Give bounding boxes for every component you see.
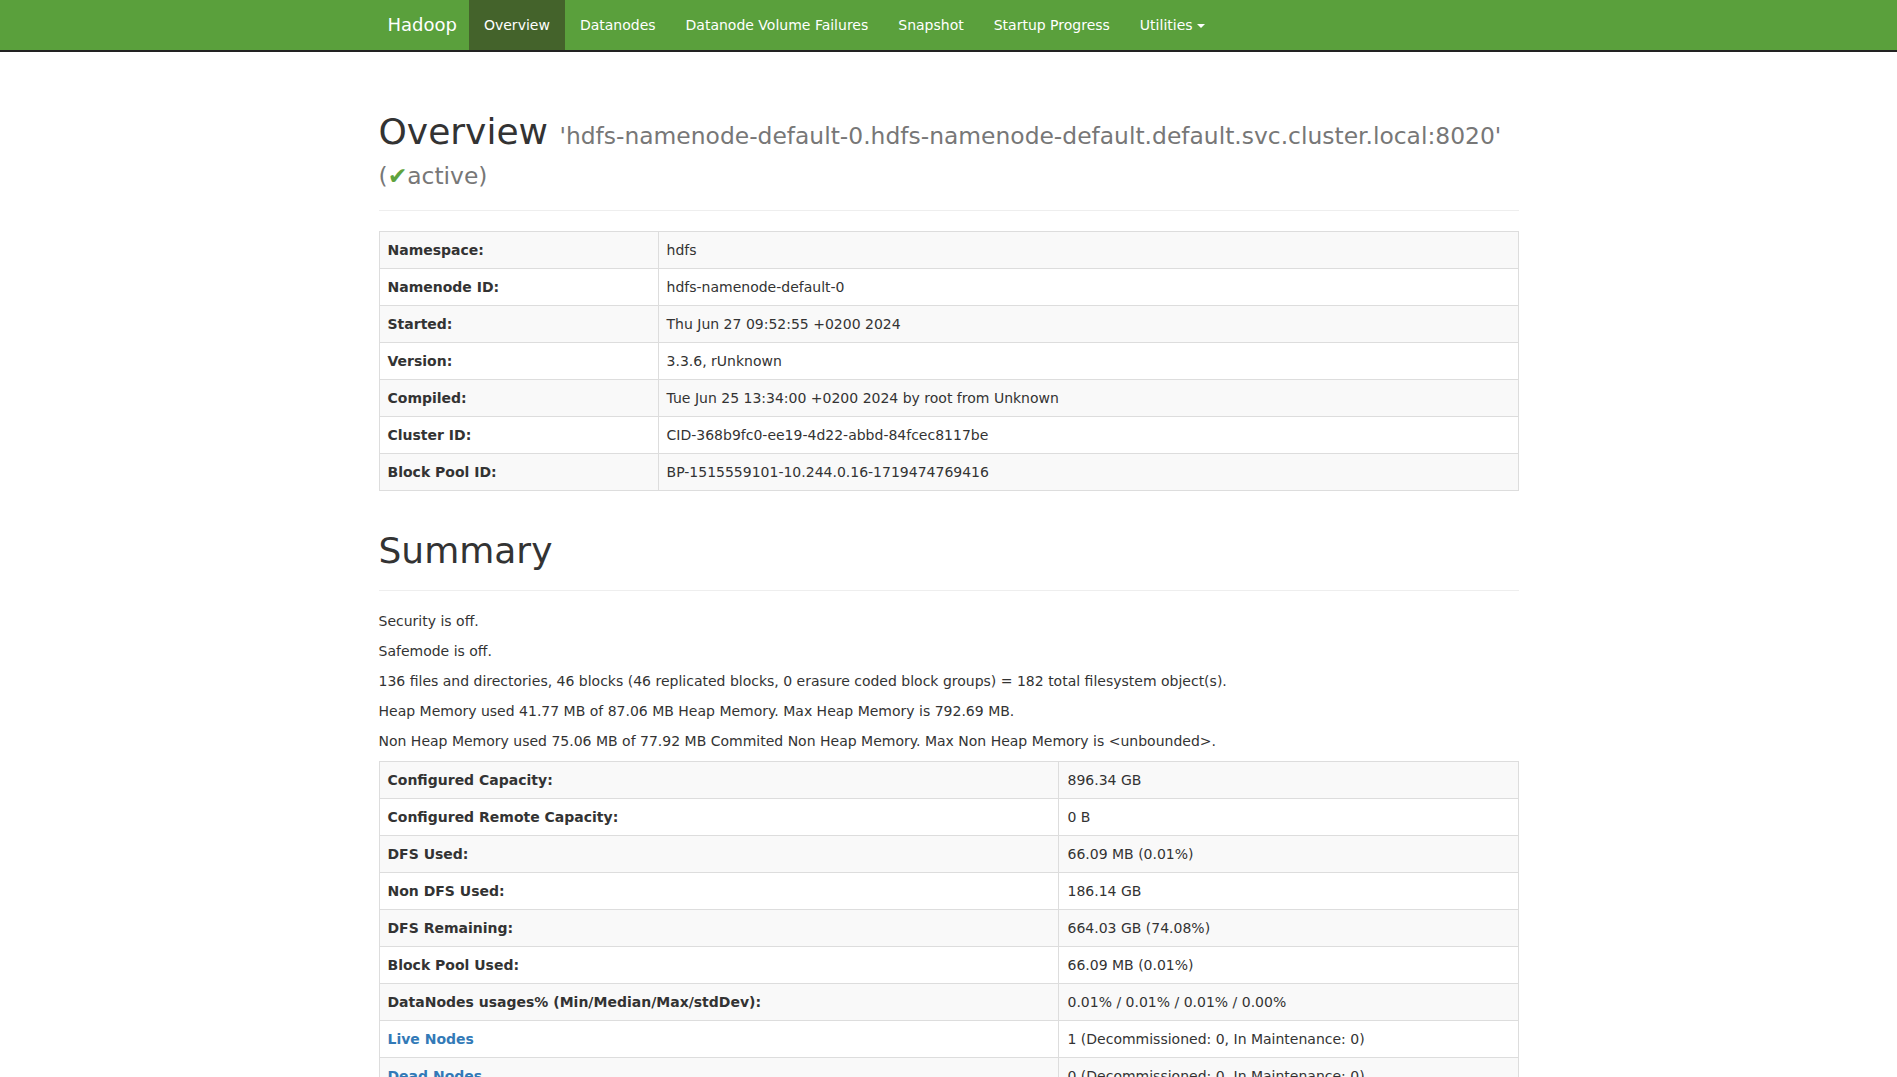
row-label-configured-remote-capacity: Configured Remote Capacity:	[379, 798, 1059, 835]
table-row: Configured Capacity:896.34 GB	[379, 761, 1518, 798]
row-value: 0.01% / 0.01% / 0.01% / 0.00%	[1059, 983, 1518, 1020]
page-title-text: Overview	[379, 111, 549, 152]
row-value: 0 (Decommissioned: 0, In Maintenance: 0)	[1059, 1057, 1518, 1077]
table-row: Dead Nodes 0 (Decommissioned: 0, In Maint…	[379, 1057, 1518, 1077]
row-label-datanodes-usages-min-median-max-stddev: DataNodes usages% (Min/Median/Max/stdDev…	[379, 983, 1059, 1020]
page-title: Overview 'hdfs-namenode-default-0.hdfs-n…	[379, 112, 1519, 191]
summary-title: Summary	[379, 531, 1519, 571]
row-label-configured-capacity: Configured Capacity:	[379, 761, 1059, 798]
table-row: DFS Remaining:664.03 GB (74.08%)	[379, 909, 1518, 946]
table-row: Block Pool ID:BP-1515559101-10.244.0.16-…	[379, 454, 1518, 491]
row-label-non-dfs-used: Non DFS Used:	[379, 872, 1059, 909]
summary-paragraphs: Security is off. Safemode is off. 136 file…	[379, 611, 1519, 751]
ha-state-label: active	[407, 162, 478, 190]
row-value: 664.03 GB (74.08%)	[1059, 909, 1518, 946]
table-row: Namenode ID:hdfs-namenode-default-0	[379, 269, 1518, 306]
live-nodes-link[interactable]: Live Nodes	[388, 1031, 474, 1047]
nav-link-datanodes[interactable]: Datanodes	[565, 0, 671, 50]
nav-item-snapshot: Snapshot	[883, 0, 978, 50]
nav-link-utilities[interactable]: Utilities	[1125, 0, 1220, 50]
row-value: 0 B	[1059, 798, 1518, 835]
table-row: Live Nodes 1 (Decommissioned: 0, In Maint…	[379, 1020, 1518, 1057]
row-value: Tue Jun 25 13:34:00 +0200 2024 by root f…	[658, 380, 1518, 417]
table-row: Configured Remote Capacity:0 B	[379, 798, 1518, 835]
table-row: DataNodes usages% (Min/Median/Max/stdDev…	[379, 983, 1518, 1020]
cluster-stats-table: Configured Capacity:896.34 GBConfigured …	[379, 761, 1519, 1077]
table-row: Started:Thu Jun 27 09:52:55 +0200 2024	[379, 306, 1518, 343]
row-value: 186.14 GB	[1059, 872, 1518, 909]
row-label-block-pool-id: Block Pool ID:	[379, 454, 658, 491]
row-label-compiled: Compiled:	[379, 380, 658, 417]
table-row: Cluster ID:CID-368b9fc0-ee19-4d22-abbd-8…	[379, 417, 1518, 454]
summary-line: Safemode is off.	[379, 641, 1519, 661]
summary-line: Heap Memory used 41.77 MB of 87.06 MB He…	[379, 701, 1519, 721]
caret-down-icon	[1197, 24, 1205, 28]
row-label-live-nodes: Live Nodes	[379, 1020, 1059, 1057]
row-label-block-pool-used: Block Pool Used:	[379, 946, 1059, 983]
nav-link-datanode-volume-failures[interactable]: Datanode Volume Failures	[671, 0, 884, 50]
row-label-dfs-used: DFS Used:	[379, 835, 1059, 872]
summary-line: Security is off.	[379, 611, 1519, 631]
row-value: 1 (Decommissioned: 0, In Maintenance: 0)	[1059, 1020, 1518, 1057]
table-row: DFS Used:66.09 MB (0.01%)	[379, 835, 1518, 872]
row-label-started: Started:	[379, 306, 658, 343]
active-check-icon: ✔	[388, 162, 408, 190]
nav-item-utilities: Utilities	[1125, 0, 1220, 50]
dead-nodes-link[interactable]: Dead Nodes	[388, 1068, 483, 1077]
row-value: Thu Jun 27 09:52:55 +0200 2024	[658, 306, 1518, 343]
row-value: hdfs-namenode-default-0	[658, 269, 1518, 306]
row-label-dfs-remaining: DFS Remaining:	[379, 909, 1059, 946]
table-row: Version:3.3.6, rUnknown	[379, 343, 1518, 380]
nav-item-overview: Overview	[469, 0, 565, 50]
navbar: Hadoop OverviewDatanodesDatanode Volume …	[0, 0, 1897, 52]
row-label-version: Version:	[379, 343, 658, 380]
summary-header: Summary	[379, 531, 1519, 591]
nav-item-datanodes: Datanodes	[565, 0, 671, 50]
navbar-brand[interactable]: Hadoop	[379, 0, 469, 50]
navbar-menu: OverviewDatanodesDatanode Volume Failure…	[469, 0, 1220, 50]
nav-link-overview[interactable]: Overview	[469, 0, 565, 50]
row-value: 66.09 MB (0.01%)	[1059, 946, 1518, 983]
nav-link-snapshot[interactable]: Snapshot	[883, 0, 978, 50]
namenode-info-table: Namespace:hdfsNamenode ID:hdfs-namenode-…	[379, 231, 1519, 491]
overview-header: Overview 'hdfs-namenode-default-0.hdfs-n…	[379, 112, 1519, 211]
main-content: Overview 'hdfs-namenode-default-0.hdfs-n…	[364, 52, 1534, 1077]
table-row: Namespace:hdfs	[379, 232, 1518, 269]
row-value: 3.3.6, rUnknown	[658, 343, 1518, 380]
table-row: Compiled:Tue Jun 25 13:34:00 +0200 2024 …	[379, 380, 1518, 417]
nav-item-startup-progress: Startup Progress	[979, 0, 1125, 50]
row-value: CID-368b9fc0-ee19-4d22-abbd-84fcec8117be	[658, 417, 1518, 454]
nav-link-startup-progress[interactable]: Startup Progress	[979, 0, 1125, 50]
table-row: Block Pool Used:66.09 MB (0.01%)	[379, 946, 1518, 983]
row-value: hdfs	[658, 232, 1518, 269]
row-value: 896.34 GB	[1059, 761, 1518, 798]
row-label-dead-nodes: Dead Nodes	[379, 1057, 1059, 1077]
row-value: BP-1515559101-10.244.0.16-1719474769416	[658, 454, 1518, 491]
table-row: Non DFS Used:186.14 GB	[379, 872, 1518, 909]
row-label-namespace: Namespace:	[379, 232, 658, 269]
nav-item-datanode-volume-failures: Datanode Volume Failures	[671, 0, 884, 50]
summary-line: Non Heap Memory used 75.06 MB of 77.92 M…	[379, 731, 1519, 751]
row-label-cluster-id: Cluster ID:	[379, 417, 658, 454]
summary-line: 136 files and directories, 46 blocks (46…	[379, 671, 1519, 691]
row-value: 66.09 MB (0.01%)	[1059, 835, 1518, 872]
row-label-namenode-id: Namenode ID:	[379, 269, 658, 306]
